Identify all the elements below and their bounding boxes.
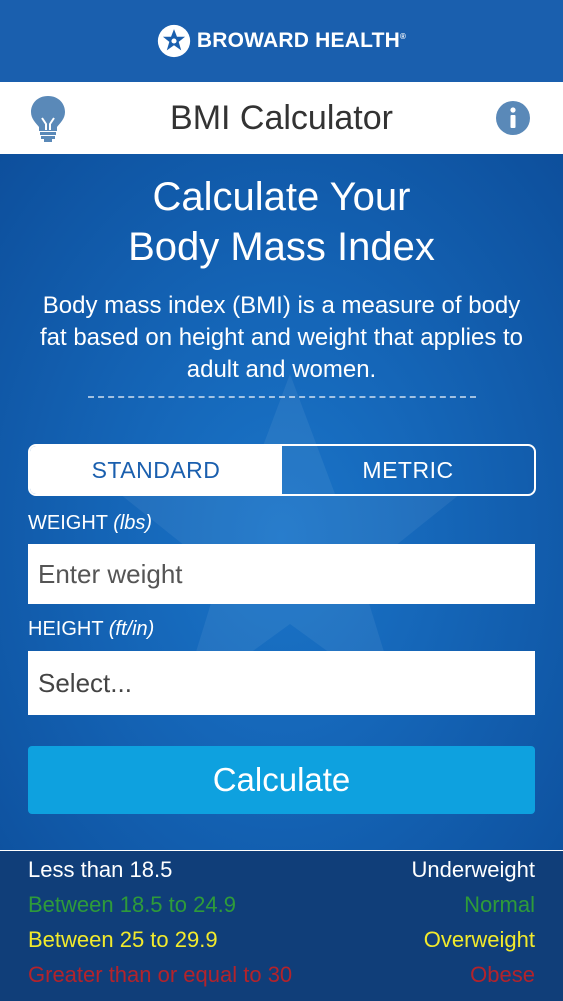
brand-bar: BROWARD HEALTH® [0,0,563,82]
description: Body mass index (BMI) is a measure of bo… [39,292,524,383]
main-panel: Calculate Your Body Mass Index Body mass… [0,154,563,850]
tab-metric[interactable]: METRIC [282,446,534,494]
legend-row-normal: Between 18.5 to 24.9 Normal [28,892,535,917]
headline-line-2: Body Mass Index [128,225,435,269]
weight-input[interactable] [28,544,535,604]
page-title: BMI Calculator [170,98,393,137]
brand-name: BROWARD HEALTH® [196,29,407,52]
unit-toggle: STANDARD METRIC [28,444,536,496]
brand-logo-group: BROWARD HEALTH® [157,24,406,58]
legend-row-overweight: Between 25 to 29.9 Overweight [28,927,535,952]
lightbulb-icon[interactable] [28,94,68,142]
weight-label: WEIGHT (lbs) [28,512,153,534]
bmi-legend: Less than 18.5 Underweight Between 18.5 … [0,850,563,1001]
star-logo-icon [157,24,191,58]
legend-row-obese: Greater than or equal to 30 Obese [28,962,535,987]
app-header: BMI Calculator [0,82,563,154]
height-select[interactable]: Select... [28,651,535,715]
calculate-button[interactable]: Calculate [28,746,535,814]
headline-line-1: Calculate Your [152,175,411,219]
dashed-divider [88,396,476,398]
legend-row-underweight: Less than 18.5 Underweight [28,857,535,882]
tab-standard[interactable]: STANDARD [30,446,282,494]
headline: Calculate Your Body Mass Index [0,172,563,272]
height-label: HEIGHT (ft/in) [28,618,155,640]
info-icon[interactable] [495,100,531,136]
